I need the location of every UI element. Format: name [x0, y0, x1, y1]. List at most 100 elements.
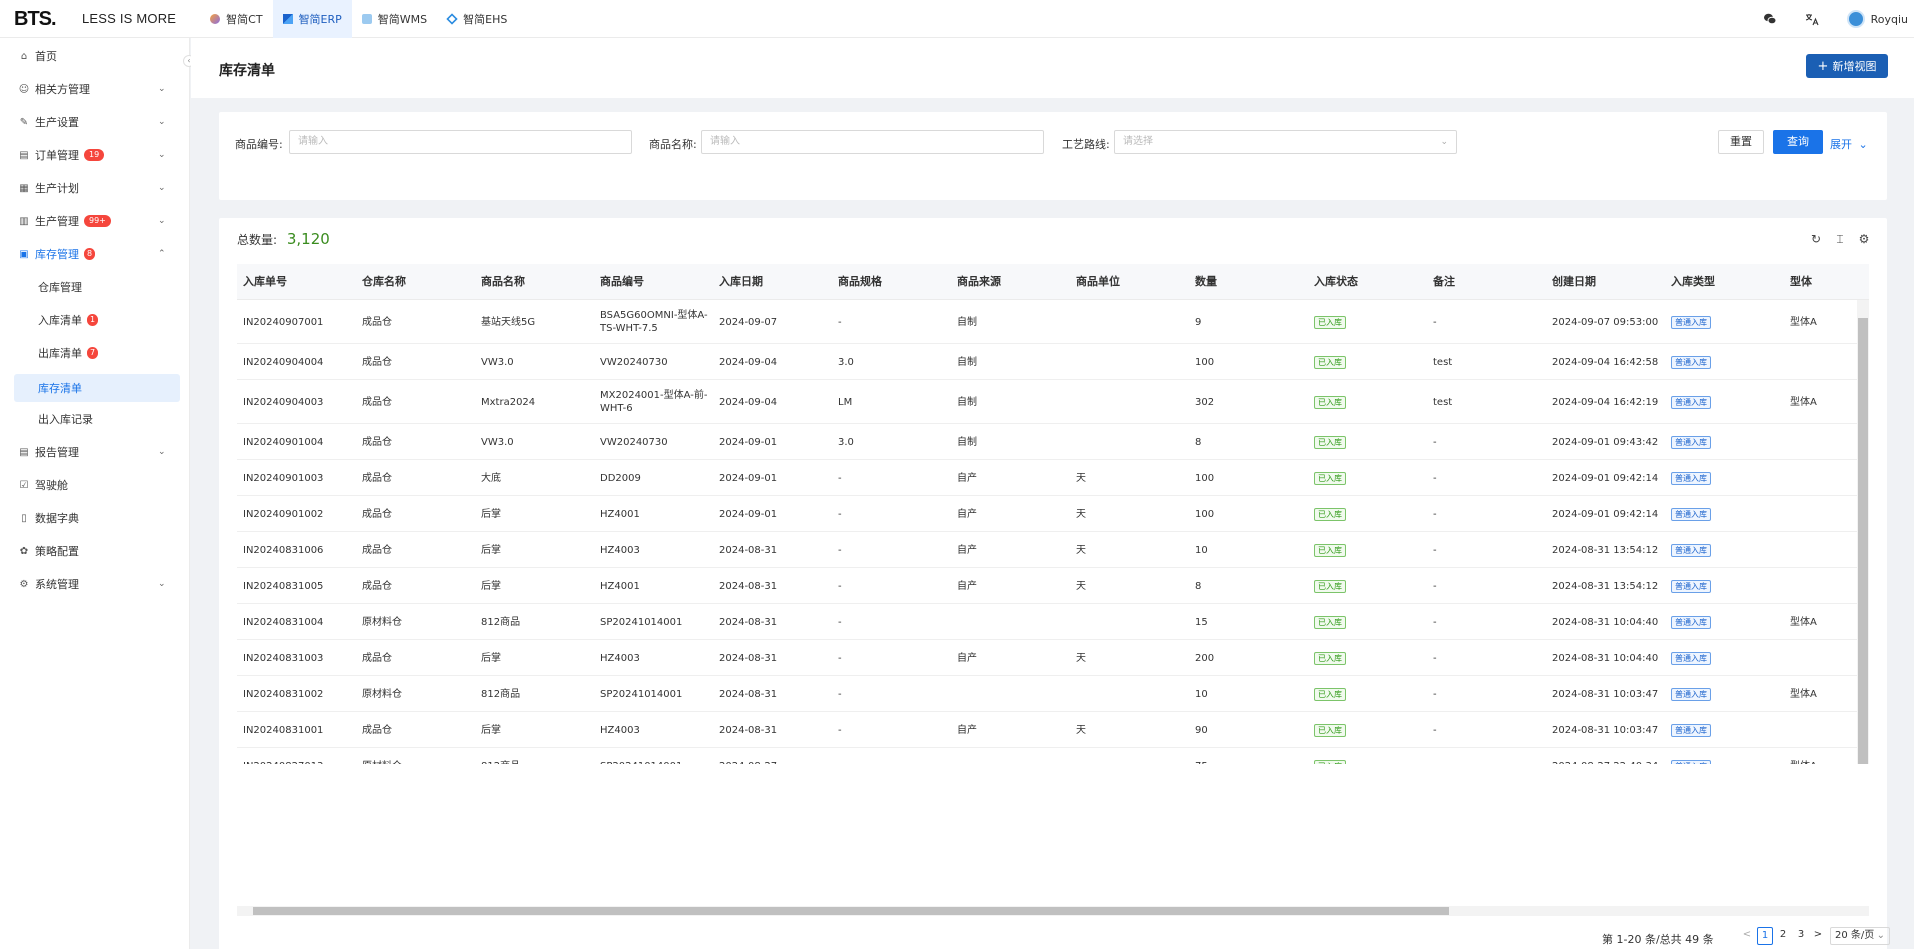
table-cell: -	[838, 316, 842, 328]
chevron-down-icon: ⌄	[1876, 930, 1885, 941]
app-tab-erp[interactable]: 智简ERP	[272, 0, 352, 38]
top-right-actions: Royqiu	[1763, 0, 1914, 38]
table-row[interactable]: IN20240831006 成品仓 后掌 HZ4003 2024-08-31 - 自产 天 10…	[237, 532, 1869, 568]
table-cell: 2024-08-27	[719, 760, 831, 765]
column-header[interactable]: 商品编号	[600, 264, 644, 300]
status-tag: 已入库	[1314, 579, 1346, 593]
column-header[interactable]: 仓库名称	[362, 264, 406, 300]
sidebar-item-warehouse[interactable]: 仓库管理	[0, 273, 190, 301]
table-row[interactable]: IN20240907001 成品仓 基站天线5G BSA5G60OMNI-型体A-TS…	[237, 300, 1869, 344]
page-3-button[interactable]: 3	[1795, 927, 1807, 945]
table-row[interactable]: IN20240901002 成品仓 后掌 HZ4001 2024-09-01 - 自产 天 10…	[237, 496, 1869, 532]
sidebar-item-strategy[interactable]: ✿ 策略配置	[0, 537, 190, 565]
reset-button[interactable]: 重置	[1718, 130, 1764, 154]
column-header[interactable]: 入库类型	[1671, 264, 1715, 300]
wechat-icon[interactable]	[1763, 12, 1777, 26]
table-cell: 2024-09-04	[719, 396, 778, 408]
vertical-scroll-thumb[interactable]	[1858, 318, 1868, 764]
calendar-icon: ▦	[19, 182, 29, 194]
status-badge: 已入库	[1314, 579, 1426, 593]
vertical-scrollbar[interactable]	[1857, 300, 1869, 764]
user-avatar[interactable]	[1846, 10, 1865, 28]
product-name-input[interactable]: 请输入	[701, 130, 1044, 154]
table-cell: -	[1433, 472, 1437, 484]
table-row[interactable]: IN20240831004 原材料仓 812商品 SP20241014001 2024-…	[237, 604, 1869, 640]
table-row[interactable]: IN20240831005 成品仓 后掌 HZ4001 2024-08-31 - 自产 天 8 已…	[237, 568, 1869, 604]
page-size-select[interactable]: 20 条/页 ⌄	[1830, 927, 1890, 945]
new-view-button[interactable]: + 新增视图	[1806, 54, 1888, 78]
sidebar-item-reports[interactable]: ▤ 报告管理 ⌄	[0, 438, 190, 466]
column-header[interactable]: 商品规格	[838, 264, 882, 300]
sidebar-item-dashboard[interactable]: ☑ 驾驶舱	[0, 471, 190, 499]
inbound-type-badge: 普通入库	[1671, 651, 1783, 665]
app-tab-wms[interactable]: 智简WMS	[352, 0, 437, 38]
app-tab-ct[interactable]: 智简CT	[200, 0, 272, 38]
sidebar-item-system[interactable]: ⚙ 系统管理 ⌄	[0, 570, 190, 598]
table-cell: 2024-08-31 10:04:40	[1552, 616, 1659, 628]
product-code-input[interactable]: 请输入	[289, 130, 632, 154]
table-row[interactable]: IN20240831003 成品仓 后掌 HZ4003 2024-08-31 - 自产 天 20…	[237, 640, 1869, 676]
column-header[interactable]: 商品来源	[957, 264, 1001, 300]
sidebar-item-inventory[interactable]: ▣ 库存管理 8 ⌃	[0, 240, 190, 268]
sidebar-item-production-plan[interactable]: ▦ 生产计划 ⌄	[0, 174, 190, 202]
table-cell: 大底	[481, 472, 501, 484]
column-header[interactable]: 商品名称	[481, 264, 525, 300]
table-cell: -	[838, 724, 842, 736]
page-header: 库存清单 + 新增视图	[191, 38, 1914, 98]
inbound-type-tag: 普通入库	[1671, 579, 1711, 593]
column-settings-icon[interactable]: ⚙	[1857, 232, 1871, 246]
refresh-icon[interactable]: ↻	[1809, 232, 1823, 246]
sidebar-item-stock-records[interactable]: 出入库记录	[0, 405, 190, 433]
prev-page-button[interactable]: <	[1742, 927, 1752, 945]
column-header[interactable]: 型体	[1790, 264, 1812, 300]
column-header[interactable]: 数量	[1195, 264, 1217, 300]
column-header[interactable]: 入库状态	[1314, 264, 1358, 300]
sidebar-item-stakeholders[interactable]: ☺ 相关方管理 ⌄	[0, 75, 190, 103]
sidebar-item-inbound-list[interactable]: 入库清单 1	[0, 306, 190, 334]
density-icon[interactable]: ⌶	[1833, 232, 1847, 246]
sidebar-item-label: 库存管理	[35, 248, 79, 261]
table-cell: VW3.0	[481, 436, 514, 448]
page-1-button[interactable]: 1	[1757, 927, 1773, 945]
sidebar-item-label: 出库清单	[38, 347, 82, 360]
user-name[interactable]: Royqiu	[1871, 13, 1908, 26]
brand-logo[interactable]: BTS.	[14, 9, 58, 29]
sidebar-item-production-management[interactable]: ▥ 生产管理 99+ ⌄	[0, 207, 190, 235]
table-cell: SP20241014001	[600, 688, 683, 700]
sidebar-item-stock-list[interactable]: 库存清单	[14, 374, 180, 402]
inbound-type-badge: 普通入库	[1671, 507, 1783, 521]
next-page-button[interactable]: >	[1813, 927, 1823, 945]
table-row[interactable]: IN20240904003 成品仓 Mxtra2024 MX2024001-型体A-前…	[237, 380, 1869, 424]
sidebar-item-orders[interactable]: ▤ 订单管理 19 ⌄	[0, 141, 190, 169]
query-button[interactable]: 查询	[1773, 130, 1823, 154]
expand-button[interactable]: 展开 ⌄	[1830, 136, 1868, 152]
table-cell: 天	[1076, 580, 1086, 592]
horizontal-scroll-thumb[interactable]	[253, 907, 1449, 915]
route-select[interactable]: 请选择 ⌄	[1114, 130, 1457, 154]
sidebar-item-outbound-list[interactable]: 出库清单 7	[0, 339, 190, 367]
top-bar: BTS. LESS IS MORE 智简CT 智简ERP 智简WMS 智简EHS…	[0, 0, 1914, 38]
column-header[interactable]: 备注	[1433, 264, 1455, 300]
table-row[interactable]: IN20240831001 成品仓 后掌 HZ4003 2024-08-31 - 自产 天 90…	[237, 712, 1869, 748]
sidebar-item-dictionary[interactable]: ▯ 数据字典	[0, 504, 190, 532]
sidebar-item-label: 驾驶舱	[35, 479, 68, 492]
column-header[interactable]: 入库日期	[719, 264, 763, 300]
table-row[interactable]: IN20240904004 成品仓 VW3.0 VW20240730 2024-09-0…	[237, 344, 1869, 380]
table-row[interactable]: IN20240901004 成品仓 VW3.0 VW20240730 2024-09-0…	[237, 424, 1869, 460]
table-cell: 2024-09-01 09:42:14	[1552, 508, 1659, 520]
column-header[interactable]: 创建日期	[1552, 264, 1596, 300]
sidebar-item-production-settings[interactable]: ✎ 生产设置 ⌄	[0, 108, 190, 136]
column-header[interactable]: 商品单位	[1076, 264, 1120, 300]
table-row[interactable]: IN20240831002 原材料仓 812商品 SP20241014001 2024-…	[237, 676, 1869, 712]
table-row[interactable]: IN20240827013 原材料仓 812商品 SP20241014001 2024-…	[237, 748, 1869, 764]
page-2-button[interactable]: 2	[1777, 927, 1789, 945]
horizontal-scrollbar[interactable]	[237, 906, 1869, 916]
sidebar-item-home[interactable]: ⌂ 首页	[0, 42, 190, 70]
inbound-type-badge: 普通入库	[1671, 355, 1783, 369]
table-row[interactable]: IN20240901003 成品仓 大底 DD2009 2024-09-01 - 自产 天 10…	[237, 460, 1869, 496]
app-tab-ehs[interactable]: 智简EHS	[437, 0, 517, 38]
table-cell: 成品仓	[362, 472, 392, 484]
table-cell: 自产	[957, 724, 977, 736]
column-header[interactable]: 入库单号	[243, 264, 287, 300]
translate-icon[interactable]	[1805, 12, 1819, 26]
